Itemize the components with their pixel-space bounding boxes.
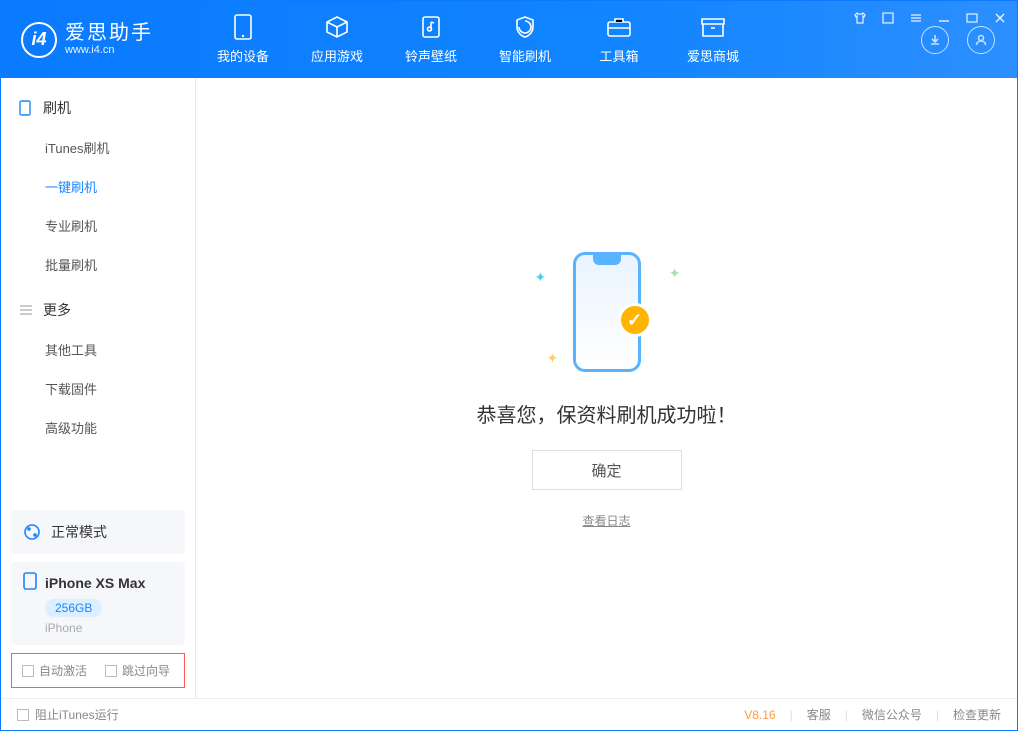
nav-tab-label: 我的设备 [217, 46, 269, 65]
cube-icon [324, 14, 350, 40]
sparkle-icon: ✦ [535, 269, 547, 286]
nav-tab-ringtones[interactable]: 铃声壁纸 [384, 1, 478, 78]
checkbox-label: 阻止iTunes运行 [35, 706, 119, 723]
shield-icon [512, 14, 538, 40]
nav-tabs: 我的设备 应用游戏 铃声壁纸 智能刷机 工具箱 [196, 1, 921, 78]
checkbox-skip-guide[interactable]: 跳过向导 [105, 662, 170, 679]
side-item-itunes-flash[interactable]: iTunes刷机 [1, 128, 195, 167]
menu-icon[interactable] [909, 11, 923, 25]
phone-graphic: ✓ [573, 252, 641, 372]
side-header-more: 更多 [1, 290, 195, 330]
nav-tab-flash[interactable]: 智能刷机 [478, 1, 572, 78]
link-check-update[interactable]: 检查更新 [953, 706, 1001, 723]
body-area: 刷机 iTunes刷机 一键刷机 专业刷机 批量刷机 更多 其他工具 下载固件 … [1, 78, 1017, 698]
device-name-row: iPhone XS Max [23, 572, 173, 593]
checkbox-box-icon [22, 665, 34, 677]
device-phone-icon [23, 572, 37, 593]
tshirt-icon[interactable] [853, 11, 867, 25]
user-button[interactable] [967, 26, 995, 54]
logo-area: i4 爱思助手 www.i4.cn [1, 1, 196, 78]
sparkle-icon: ✦ [547, 350, 559, 367]
maximize-icon[interactable] [965, 11, 979, 25]
nav-tab-label: 爱思商城 [687, 46, 739, 65]
list-icon [19, 304, 33, 316]
side-header-label: 更多 [43, 300, 71, 320]
header-bar: i4 爱思助手 www.i4.cn 我的设备 应用游戏 铃声壁纸 [1, 1, 1017, 78]
nav-tab-label: 铃声壁纸 [405, 46, 457, 65]
side-item-batch-flash[interactable]: 批量刷机 [1, 245, 195, 284]
success-illustration: ✦ ✦ ✦ ✓ [527, 247, 687, 377]
minimize-icon[interactable] [937, 11, 951, 25]
separator: | [936, 708, 939, 722]
logo-text: 爱思助手 www.i4.cn [65, 22, 153, 56]
side-header-flash: 刷机 [1, 88, 195, 128]
statusbar: 阻止iTunes运行 V8.16 | 客服 | 微信公众号 | 检查更新 [1, 698, 1017, 730]
nav-tab-apps[interactable]: 应用游戏 [290, 1, 384, 78]
statusbar-right: V8.16 | 客服 | 微信公众号 | 检查更新 [744, 706, 1001, 723]
feedback-icon[interactable] [881, 11, 895, 25]
close-icon[interactable] [993, 11, 1007, 25]
side-item-other-tools[interactable]: 其他工具 [1, 330, 195, 369]
music-icon [418, 14, 444, 40]
app-url: www.i4.cn [65, 44, 153, 56]
checkbox-block-itunes[interactable]: 阻止iTunes运行 [17, 706, 119, 723]
link-support[interactable]: 客服 [807, 706, 831, 723]
mode-icon [23, 523, 41, 541]
separator: | [845, 708, 848, 722]
checkbox-box-icon [105, 665, 117, 677]
nav-tab-label: 智能刷机 [499, 46, 551, 65]
mode-label: 正常模式 [51, 522, 107, 542]
device-type: iPhone [45, 621, 173, 635]
app-name: 爱思助手 [65, 22, 153, 44]
side-group-more: 更多 其他工具 下载固件 高级功能 [1, 290, 195, 447]
separator: | [790, 708, 793, 722]
nav-tab-label: 工具箱 [599, 46, 638, 65]
device-capacity: 256GB [45, 599, 102, 617]
checkbox-label: 跳过向导 [122, 662, 170, 679]
side-item-pro-flash[interactable]: 专业刷机 [1, 206, 195, 245]
main-content: ✦ ✦ ✦ ✓ 恭喜您，保资料刷机成功啦！ 确定 查看日志 [196, 78, 1017, 698]
nav-tab-store[interactable]: 爱思商城 [666, 1, 760, 78]
toolbox-icon [606, 14, 632, 40]
sparkle-icon: ✦ [669, 265, 681, 282]
side-item-one-click-flash[interactable]: 一键刷机 [1, 167, 195, 206]
checkbox-box-icon [17, 709, 29, 721]
shop-icon [700, 14, 726, 40]
success-message: 恭喜您，保资料刷机成功啦！ [477, 399, 737, 428]
side-item-advanced[interactable]: 高级功能 [1, 408, 195, 447]
check-badge-icon: ✓ [618, 303, 652, 337]
device-icon [230, 14, 256, 40]
version-label: V8.16 [744, 708, 775, 722]
device-box[interactable]: iPhone XS Max 256GB iPhone [11, 562, 185, 645]
download-button[interactable] [921, 26, 949, 54]
sidebar-bottom: 正常模式 iPhone XS Max 256GB iPhone 自动激活 [1, 500, 195, 698]
phone-icon [19, 100, 33, 116]
titlebar-icons [853, 11, 1007, 25]
sidebar: 刷机 iTunes刷机 一键刷机 专业刷机 批量刷机 更多 其他工具 下载固件 … [1, 78, 196, 698]
nav-tab-toolbox[interactable]: 工具箱 [572, 1, 666, 78]
device-name: iPhone XS Max [45, 575, 145, 591]
side-item-download-firmware[interactable]: 下载固件 [1, 369, 195, 408]
confirm-button[interactable]: 确定 [532, 450, 682, 490]
side-header-label: 刷机 [43, 98, 71, 118]
side-group-flash: 刷机 iTunes刷机 一键刷机 专业刷机 批量刷机 [1, 88, 195, 284]
checkbox-row-highlighted: 自动激活 跳过向导 [11, 653, 185, 688]
checkbox-auto-activate[interactable]: 自动激活 [22, 662, 87, 679]
view-log-link[interactable]: 查看日志 [582, 512, 630, 529]
nav-tab-my-device[interactable]: 我的设备 [196, 1, 290, 78]
phone-notch [593, 255, 621, 265]
checkbox-label: 自动激活 [39, 662, 87, 679]
link-wechat[interactable]: 微信公众号 [862, 706, 922, 723]
mode-box[interactable]: 正常模式 [11, 510, 185, 554]
nav-tab-label: 应用游戏 [311, 46, 363, 65]
logo-icon: i4 [21, 22, 57, 58]
